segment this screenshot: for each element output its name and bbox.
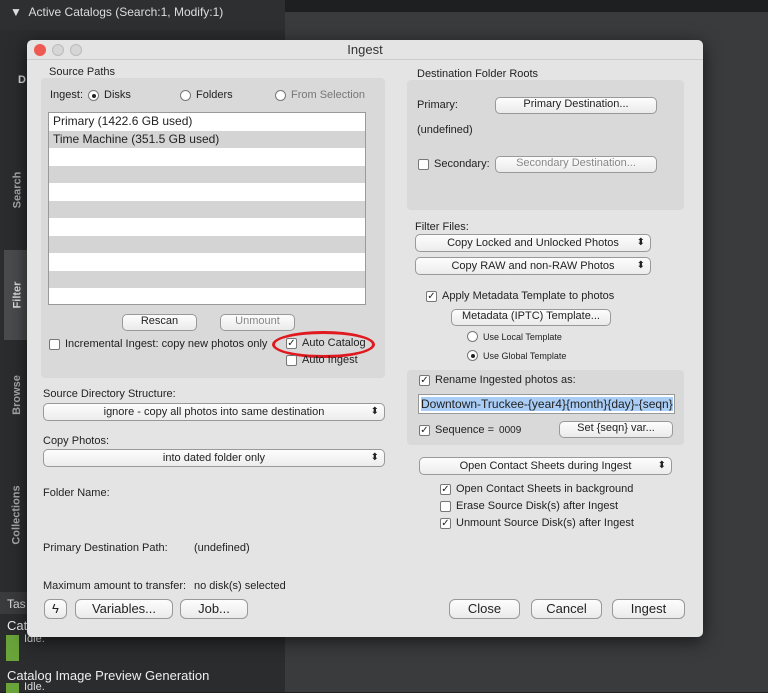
lightning-button[interactable]: ϟ — [44, 599, 67, 619]
task-status: Idle. — [24, 681, 45, 693]
from-selection-radio[interactable] — [275, 89, 286, 101]
raw-select[interactable]: Copy RAW and non-RAW Photos — [415, 257, 651, 275]
disk-item[interactable]: Time Machine (351.5 GB used) — [49, 130, 365, 148]
rename-label: Rename Ingested photos as: — [435, 374, 576, 386]
global-template-label: Use Global Template — [483, 350, 567, 361]
auto-catalog-label: Auto Catalog — [302, 337, 366, 349]
sequence-label: Sequence = — [435, 424, 495, 436]
rename-checkbox[interactable]: ✓ — [419, 374, 430, 386]
close-window-icon[interactable] — [34, 44, 46, 56]
auto-ingest-checkbox[interactable] — [286, 354, 297, 366]
erase-label: Erase Source Disk(s) after Ingest — [456, 500, 619, 512]
disks-label: Disks — [104, 89, 131, 101]
folder-name-label: Folder Name: — [43, 487, 110, 499]
close-button[interactable]: Close — [449, 599, 520, 619]
locked-select[interactable]: Copy Locked and Unlocked Photos — [415, 234, 651, 252]
folders-label: Folders — [196, 89, 233, 101]
incremental-label: Incremental Ingest: copy new photos only — [65, 338, 268, 350]
ingest-button[interactable]: Ingest — [612, 599, 685, 619]
variables-button[interactable]: Variables... — [75, 599, 173, 619]
apply-template-label: Apply Metadata Template to photos — [442, 290, 615, 302]
local-template-radio[interactable] — [467, 331, 478, 342]
disks-radio[interactable] — [88, 89, 100, 101]
from-selection-label: From Selection — [291, 89, 365, 101]
catalog-header-text: Active Catalogs (Search:1, Modify:1) — [28, 5, 224, 19]
structure-label: Source Directory Structure: — [43, 388, 176, 400]
ingest-dialog: Ingest Source Paths Ingest: Disks Folder… — [27, 40, 703, 637]
cancel-button[interactable]: Cancel — [531, 599, 602, 619]
primary-destination-button[interactable]: Primary Destination... — [495, 97, 657, 114]
global-template-radio[interactable] — [467, 350, 478, 361]
contact-bg-label: Open Contact Sheets in background — [456, 483, 634, 495]
secondary-checkbox[interactable] — [418, 158, 429, 170]
panel-letter: D — [18, 74, 26, 86]
max-transfer-label: Maximum amount to transfer: — [43, 580, 187, 592]
task-catalog-label: Cat — [7, 618, 28, 633]
sequence-checkbox[interactable]: ✓ — [419, 424, 430, 436]
contact-sheets-select[interactable]: Open Contact Sheets during Ingest — [419, 457, 672, 475]
auto-catalog-checkbox[interactable]: ✓ — [286, 337, 297, 349]
incremental-checkbox[interactable] — [49, 338, 60, 350]
active-catalogs-header[interactable]: ▼ Active Catalogs (Search:1, Modify:1) — [0, 0, 285, 30]
metadata-template-button[interactable]: Metadata (IPTC) Template... — [451, 309, 611, 326]
primary-label: Primary: — [417, 99, 458, 111]
max-transfer-value: no disk(s) selected — [194, 580, 286, 592]
tasks-label: Tas — [7, 597, 26, 611]
unmount-after-label: Unmount Source Disk(s) after Ingest — [456, 517, 634, 529]
structure-select[interactable]: ignore - copy all photos into same desti… — [43, 403, 385, 421]
secondary-label: Secondary: — [434, 158, 490, 170]
task-progress — [6, 635, 19, 661]
contact-bg-checkbox[interactable]: ✓ — [440, 483, 451, 495]
auto-ingest-label: Auto Ingest — [302, 354, 358, 366]
filter-files-label: Filter Files: — [415, 221, 469, 233]
unmount-after-checkbox[interactable]: ✓ — [440, 517, 451, 529]
set-seqn-button[interactable]: Set {seqn} var... — [559, 421, 673, 438]
erase-checkbox[interactable] — [440, 500, 451, 512]
lightning-icon: ϟ — [52, 601, 59, 616]
zoom-window-icon[interactable] — [70, 44, 82, 56]
rename-pattern-input[interactable]: Downtown-Truckee-{year4}{month}{day}-{se… — [418, 394, 675, 414]
source-paths-heading: Source Paths — [49, 66, 116, 78]
dialog-title: Ingest — [27, 40, 703, 60]
rescan-button[interactable]: Rescan — [122, 314, 197, 331]
sequence-value: 0009 — [499, 424, 522, 436]
disks-list[interactable]: Primary (1422.6 GB used) Time Machine (3… — [48, 112, 366, 305]
secondary-destination-button[interactable]: Secondary Destination... — [495, 156, 657, 173]
apply-template-checkbox[interactable]: ✓ — [426, 290, 437, 302]
folders-radio[interactable] — [180, 89, 191, 101]
copy-photos-label: Copy Photos: — [43, 435, 110, 447]
job-button[interactable]: Job... — [180, 599, 248, 619]
local-template-label: Use Local Template — [483, 331, 562, 342]
unmount-button[interactable]: Unmount — [220, 314, 295, 331]
destination-heading: Destination Folder Roots — [417, 68, 539, 80]
minimize-window-icon[interactable] — [52, 44, 64, 56]
primary-path-value: (undefined) — [194, 542, 250, 554]
rename-pattern-text: Downtown-Truckee-{year4}{month}{day}-{se… — [421, 397, 673, 411]
ingest-label: Ingest: — [50, 89, 84, 101]
primary-destination-value: (undefined) — [417, 124, 473, 136]
primary-path-label: Primary Destination Path: — [43, 542, 168, 554]
disk-item[interactable]: Primary (1422.6 GB used) — [49, 113, 365, 131]
copy-photos-select[interactable]: into dated folder only — [43, 449, 385, 467]
